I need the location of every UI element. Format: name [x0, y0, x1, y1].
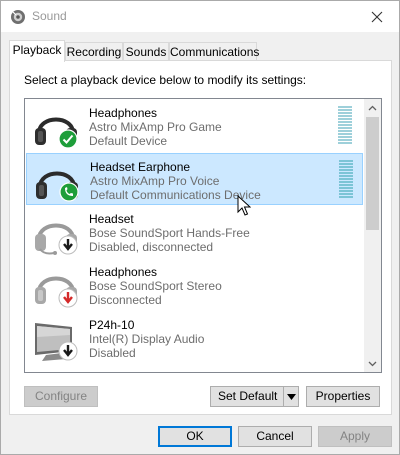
- tab-playback[interactable]: Playback: [9, 40, 65, 62]
- device-status: Disabled: [89, 346, 136, 360]
- device-list-items: Headphones Astro MixAmp Pro Game Default…: [25, 99, 364, 372]
- level-meter-segment: [338, 106, 352, 108]
- device-name: Headset: [89, 212, 134, 226]
- device-driver: Bose SoundSport Stereo: [89, 279, 222, 293]
- configure-button[interactable]: Configure: [24, 386, 98, 407]
- device-driver: Intel(R) Display Audio: [89, 332, 205, 346]
- device-row[interactable]: P24h-10 Intel(R) Display Audio Disabled: [26, 312, 363, 364]
- level-meter-segment: [338, 142, 352, 144]
- tab-communications[interactable]: Communications: [169, 42, 259, 61]
- level-meter-segment: [338, 109, 352, 111]
- device-status: Default Device: [89, 134, 168, 148]
- level-meter-segment: [339, 175, 353, 177]
- green-phone-icon: [59, 182, 79, 202]
- device-row[interactable]: Headset Bose SoundSport Hands-Free Disab…: [26, 206, 363, 258]
- properties-button[interactable]: Properties: [306, 386, 380, 407]
- tab-strip: Playback Recording Sounds Communications: [9, 40, 394, 62]
- level-meter-segment: [339, 193, 353, 195]
- sound-dialog: Sound Playback Recording Sounds Communic…: [0, 0, 400, 455]
- level-meter-segment: [339, 178, 353, 180]
- ok-button[interactable]: OK: [158, 426, 232, 447]
- red-down-arrow-icon: [58, 288, 78, 308]
- level-meter-segment: [339, 196, 353, 198]
- cancel-button[interactable]: Cancel: [238, 426, 312, 447]
- level-meter: [339, 160, 353, 200]
- set-default-split-button[interactable]: Set Default: [210, 386, 299, 407]
- caret-down-icon: [286, 393, 296, 400]
- device-name: P24h-10: [89, 318, 135, 332]
- tab-recording[interactable]: Recording: [65, 42, 123, 61]
- device-driver: Astro MixAmp Pro Voice: [90, 174, 220, 188]
- set-default-label: Set Default: [218, 389, 278, 403]
- device-driver: Bose SoundSport Hands-Free: [89, 226, 250, 240]
- window-title: Sound: [32, 9, 67, 23]
- level-meter-segment: [338, 133, 352, 135]
- playback-panel: Select a playback device below to modify…: [9, 60, 392, 415]
- down-arrow-icon: [58, 341, 78, 361]
- device-name: Headset Earphone: [90, 160, 191, 174]
- vertical-scrollbar[interactable]: [364, 99, 381, 372]
- device-status: Disabled, disconnected: [89, 240, 214, 254]
- mouse-cursor-icon: [237, 195, 251, 216]
- scroll-thumb[interactable]: [366, 117, 379, 230]
- down-arrow-icon: [58, 235, 78, 255]
- device-row[interactable]: Headphones Astro MixAmp Pro Game Default…: [26, 100, 363, 152]
- level-meter-segment: [338, 118, 352, 120]
- scroll-up-button[interactable]: [364, 99, 381, 116]
- instruction-text: Select a playback device below to modify…: [24, 73, 307, 87]
- device-name: Headphones: [89, 265, 158, 279]
- scroll-down-button[interactable]: [364, 355, 381, 372]
- device-driver: Astro MixAmp Pro Game: [89, 120, 222, 134]
- set-default-dropdown[interactable]: [283, 387, 298, 406]
- level-meter-segment: [338, 136, 352, 138]
- dialog-button-bar: OK Cancel Apply: [1, 415, 399, 454]
- level-meter-segment: [338, 121, 352, 123]
- chevron-down-icon: [368, 361, 377, 366]
- tab-sounds[interactable]: Sounds: [123, 42, 169, 61]
- title-bar: Sound: [1, 1, 399, 32]
- chevron-up-icon: [368, 105, 377, 110]
- level-meter-segment: [338, 130, 352, 132]
- level-meter-segment: [339, 187, 353, 189]
- level-meter-segment: [339, 166, 353, 168]
- level-meter-segment: [339, 172, 353, 174]
- level-meter-segment: [338, 124, 352, 126]
- close-icon: [371, 11, 383, 22]
- apply-button[interactable]: Apply: [318, 426, 392, 447]
- level-meter-segment: [339, 160, 353, 162]
- device-row[interactable]: Headphones Bose SoundSport Stereo Discon…: [26, 259, 363, 311]
- level-meter-segment: [339, 184, 353, 186]
- level-meter-segment: [339, 169, 353, 171]
- level-meter-segment: [338, 112, 352, 114]
- device-status: Disconnected: [89, 293, 162, 307]
- level-meter-segment: [339, 181, 353, 183]
- level-meter: [338, 106, 352, 146]
- device-list[interactable]: Headphones Astro MixAmp Pro Game Default…: [24, 98, 382, 373]
- level-meter-segment: [338, 127, 352, 129]
- device-row-selected[interactable]: Headset Earphone Astro MixAmp Pro Voice …: [26, 153, 363, 205]
- close-button[interactable]: [355, 1, 399, 32]
- level-meter-segment: [339, 190, 353, 192]
- level-meter-segment: [338, 115, 352, 117]
- device-status: Default Communications Device: [90, 188, 261, 202]
- speaker-icon: [11, 10, 25, 24]
- device-name: Headphones: [89, 106, 158, 120]
- level-meter-segment: [338, 139, 352, 141]
- green-check-icon: [58, 129, 78, 149]
- level-meter-segment: [339, 163, 353, 165]
